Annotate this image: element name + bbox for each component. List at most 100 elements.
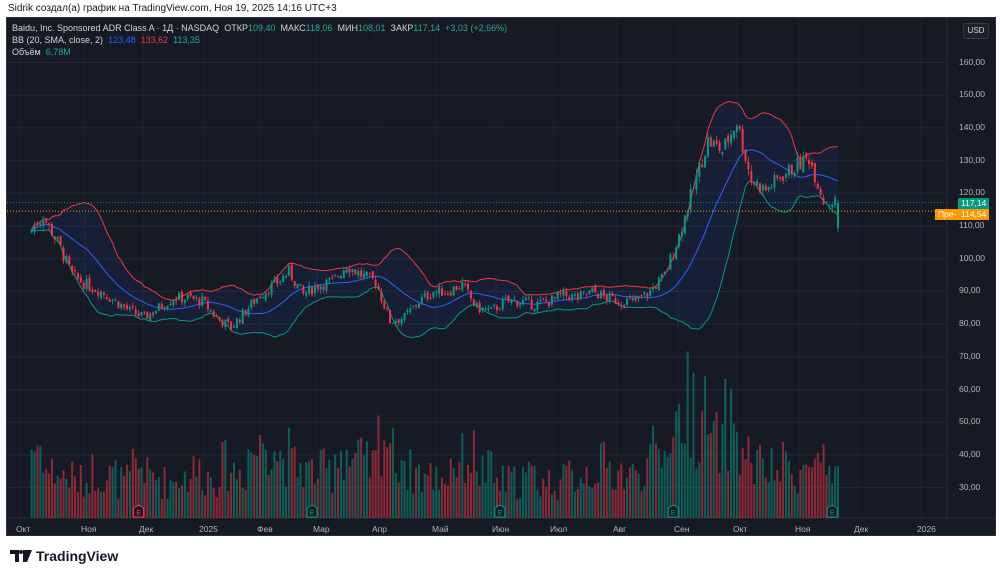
volume-bar xyxy=(172,481,175,518)
candle-body xyxy=(126,305,129,310)
volume-bar xyxy=(227,490,230,518)
candle-body xyxy=(316,285,319,289)
volume-bar xyxy=(588,486,591,518)
volume-bar xyxy=(770,448,773,518)
earnings-icon[interactable]: E xyxy=(306,504,318,518)
volume-bar xyxy=(209,477,212,518)
earnings-icon[interactable]: E xyxy=(133,504,145,518)
candle-body xyxy=(550,295,553,305)
volume-bar xyxy=(469,472,472,518)
candle-body xyxy=(770,187,773,189)
candle-body xyxy=(45,218,48,223)
high-value: 118,06 xyxy=(305,23,333,33)
price-chart[interactable]: EEEEE xyxy=(7,18,995,535)
volume-bar xyxy=(111,467,114,518)
candle-body xyxy=(767,187,770,191)
earnings-icon[interactable]: E xyxy=(667,504,679,518)
volume-bar xyxy=(383,440,386,518)
volume-bar xyxy=(562,464,565,518)
candle-body xyxy=(128,306,131,310)
volume-bar xyxy=(114,460,117,518)
candle-body xyxy=(663,271,666,274)
volume-bar xyxy=(438,489,441,518)
candle-body xyxy=(724,138,727,150)
candle-body xyxy=(406,311,409,313)
candle-body xyxy=(698,162,701,177)
price-tick-label: 80,00 xyxy=(959,318,981,329)
tradingview-logo[interactable]: TradingView xyxy=(10,548,118,564)
candle-body xyxy=(623,305,626,307)
time-tick-label: 2025 xyxy=(199,524,218,534)
volume-bar xyxy=(758,444,761,518)
candle-body xyxy=(82,282,85,289)
candle-body xyxy=(576,293,579,300)
time-tick-label: Апр xyxy=(372,524,387,534)
candle-body xyxy=(374,280,377,287)
volume-bar xyxy=(345,449,348,518)
earnings-icon[interactable]: E xyxy=(826,504,838,518)
volume-bar xyxy=(126,464,129,518)
candle-body xyxy=(784,173,787,178)
candle-body xyxy=(657,277,660,291)
volume-bar xyxy=(175,481,178,518)
chart-caption: Sidrik создал(а) график на TradingView.c… xyxy=(8,3,337,14)
volume-bar xyxy=(753,484,756,518)
high-label: МАКС xyxy=(280,23,306,33)
volume-bar xyxy=(423,473,426,518)
volume-bar xyxy=(45,468,48,518)
earnings-icon[interactable]: E xyxy=(494,504,506,518)
volume-bar xyxy=(62,470,65,518)
candle-body xyxy=(201,296,204,306)
candle-body xyxy=(773,175,776,188)
volume-bar xyxy=(334,454,337,518)
volume-bar xyxy=(250,452,253,518)
volume-bar xyxy=(270,469,273,518)
candle-body xyxy=(678,234,681,247)
volume-bar xyxy=(594,483,597,518)
candle-body xyxy=(100,291,103,298)
volume-bar xyxy=(449,458,452,518)
time-tick-label: Май xyxy=(432,524,449,534)
candle-body xyxy=(553,296,556,298)
candle-body xyxy=(680,231,683,237)
candle-body xyxy=(114,299,117,301)
volume-bar xyxy=(435,466,438,518)
volume-bar xyxy=(65,478,68,518)
candle-body xyxy=(351,269,354,272)
volume-bar xyxy=(623,489,626,518)
candle-body xyxy=(273,279,276,283)
volume-bar xyxy=(325,468,328,518)
volume-bar xyxy=(574,491,577,518)
candle-body xyxy=(764,185,767,191)
bb-legend[interactable]: BB (20, SMA, close, 2) 123,48 133,62 113… xyxy=(12,35,200,45)
volume-legend[interactable]: Объём 6,78M xyxy=(12,47,71,57)
candle-body xyxy=(287,265,290,276)
candle-body xyxy=(744,149,747,162)
volume-bar xyxy=(380,476,383,518)
candle-body xyxy=(686,211,689,217)
candle-body xyxy=(131,306,134,308)
candle-body xyxy=(79,277,82,283)
candle-body xyxy=(834,197,837,205)
volume-bar xyxy=(478,485,481,518)
volume-bar xyxy=(256,455,259,518)
candle-body xyxy=(160,303,163,309)
candle-body xyxy=(631,297,634,301)
chart-panel[interactable]: E E E E E Baidu, Inc. Sponsored ADR Class A … xyxy=(6,17,996,536)
candle-body xyxy=(420,296,423,303)
candle-body xyxy=(91,289,94,292)
open-label: ОТКР xyxy=(224,23,248,33)
volume-bar xyxy=(82,496,85,518)
candle-body xyxy=(215,315,218,317)
candle-body xyxy=(675,247,678,259)
currency-button[interactable]: USD xyxy=(963,23,989,39)
time-tick-label: Авг xyxy=(613,524,627,534)
volume-bar xyxy=(363,455,366,518)
volume-bar xyxy=(455,477,458,518)
volume-bar xyxy=(443,483,446,518)
symbol-name[interactable]: Baidu, Inc. Sponsored ADR Class A · 1Д ·… xyxy=(12,23,219,33)
candle-body xyxy=(218,316,221,320)
volume-bar xyxy=(646,458,649,518)
volume-bar xyxy=(420,491,423,518)
candle-body xyxy=(640,295,643,297)
